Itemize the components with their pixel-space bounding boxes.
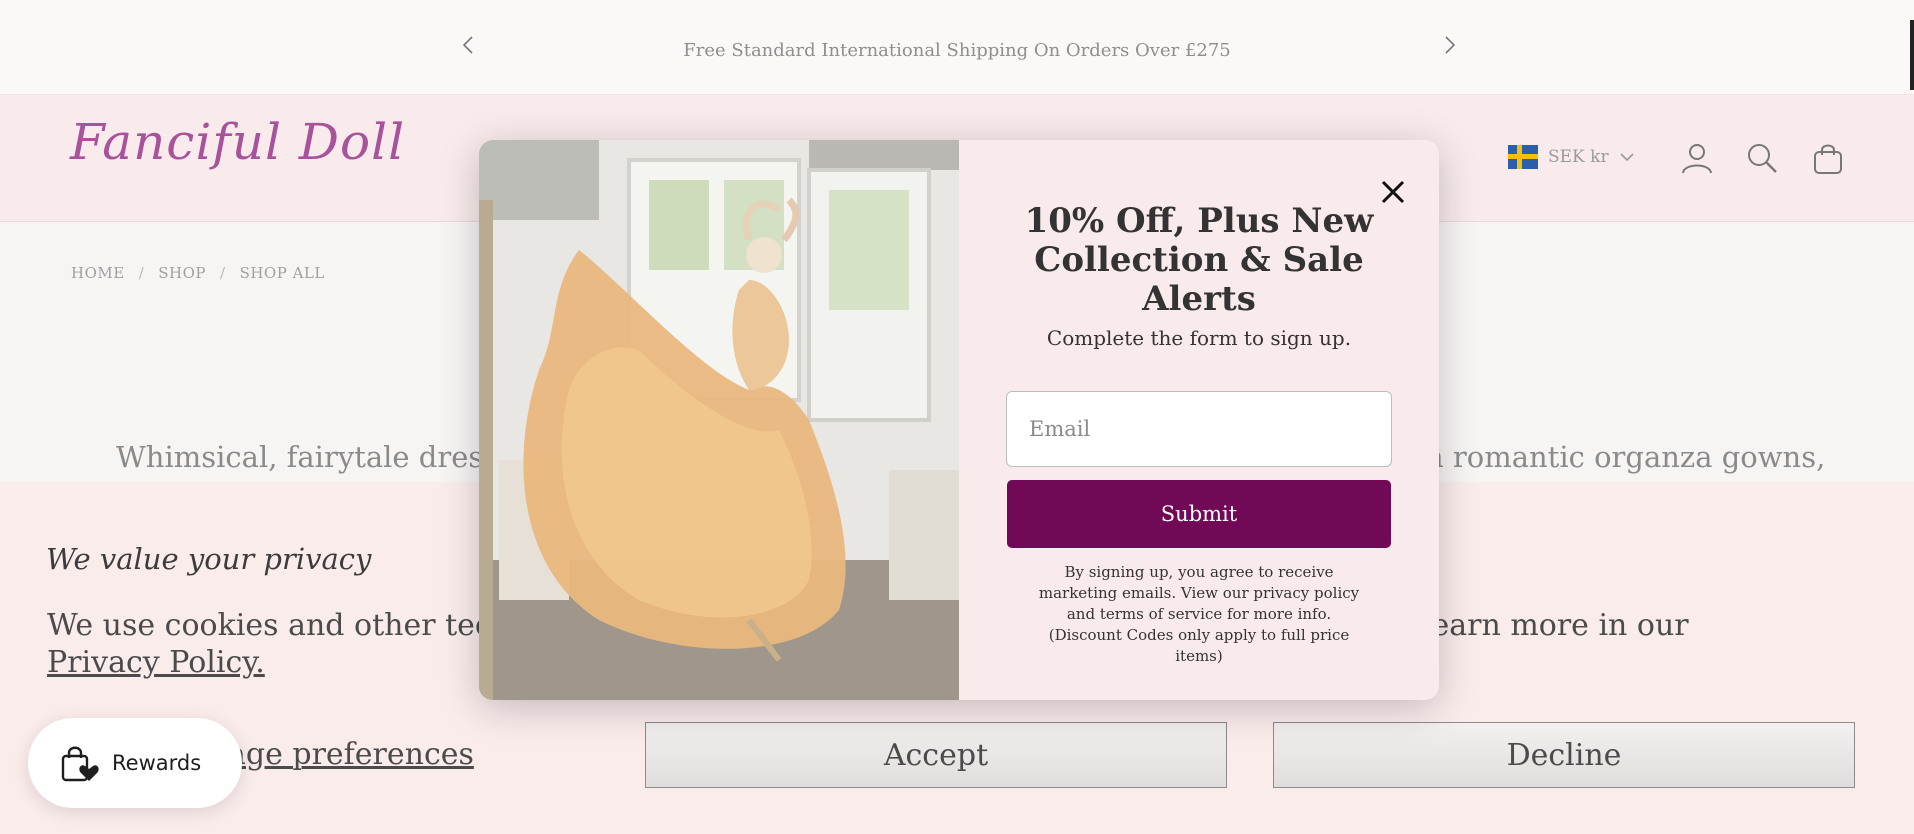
privacy-policy-link[interactable]: Privacy Policy. [47,645,265,680]
rewards-button[interactable]: Rewards [28,718,242,808]
logo[interactable]: Fanciful Doll [70,113,405,171]
accept-button[interactable]: Accept [645,722,1227,788]
shopping-bag-heart-icon [61,746,99,782]
announcement-text: Free Standard International Shipping On … [683,40,1231,61]
sweden-flag-icon [1508,145,1538,169]
popup-title: 10% Off, Plus New Collection & Sale Aler… [1024,201,1374,319]
cookie-text-start: We use cookies and other techno [47,608,549,643]
intro-text-left: Whimsical, fairytale dresse [116,440,516,474]
decline-button[interactable]: Decline [1273,722,1855,788]
submit-button[interactable]: Submit [1007,480,1391,548]
chevron-right-icon[interactable] [1438,34,1460,56]
cookie-title: We value your privacy [46,542,372,576]
breadcrumb: HOME / SHOP / SHOP ALL [71,264,325,282]
email-field[interactable] [1006,391,1392,467]
rewards-label: Rewards [112,751,202,775]
signup-popup: 10% Off, Plus New Collection & Sale Aler… [479,140,1439,700]
chevron-down-icon [1620,153,1634,162]
breadcrumb-shop[interactable]: SHOP [158,264,206,282]
intro-text-right: n romantic organza gowns, [1425,440,1826,474]
account-icon[interactable] [1680,141,1714,175]
manage-preferences-link[interactable]: age preferences [228,737,474,772]
scrollbar[interactable] [1910,20,1914,90]
breadcrumb-home[interactable]: HOME [71,264,125,282]
breadcrumb-separator: / [138,264,145,282]
announcement-bar: Free Standard International Shipping On … [0,0,1914,95]
bag-icon[interactable] [1811,141,1845,175]
search-icon[interactable] [1745,141,1779,175]
breadcrumb-shop-all[interactable]: SHOP ALL [240,264,325,282]
breadcrumb-separator: / [220,264,226,282]
popup-image [479,140,959,700]
signup-disclaimer: By signing up, you agree to receive mark… [1038,563,1360,665]
currency-selector[interactable]: SEK kr [1508,145,1635,169]
popup-subtitle: Complete the form to sign up. [1046,326,1352,350]
currency-label: SEK kr [1548,147,1609,167]
